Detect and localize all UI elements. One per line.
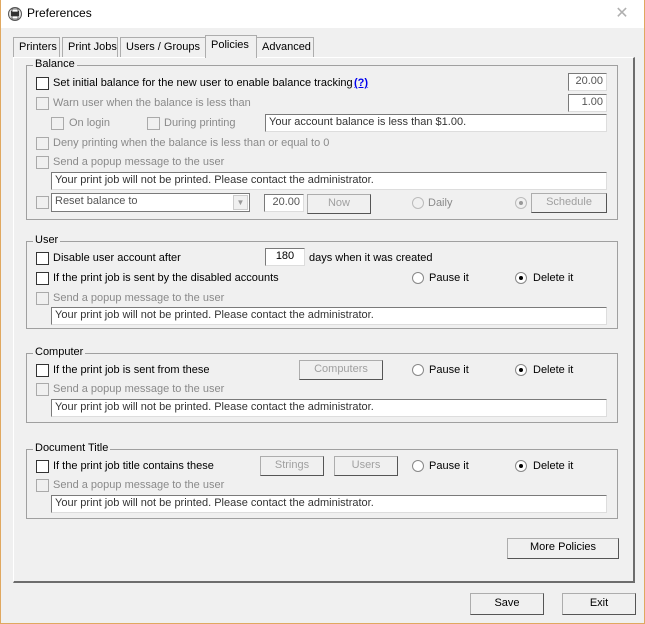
tab-advanced[interactable]: Advanced: [256, 37, 314, 58]
tab-printers[interactable]: Printers: [13, 37, 60, 58]
help-link[interactable]: (?): [354, 77, 368, 89]
reset-amount-input[interactable]: 20.00: [264, 194, 304, 212]
user-delete-label: Delete it: [533, 272, 574, 284]
title-pause-radio[interactable]: [412, 460, 424, 472]
title-contains-checkbox[interactable]: [36, 460, 49, 473]
computer-pause-label: Pause it: [429, 364, 469, 376]
user-popup-message-input[interactable]: Your print job will not be printed. Plea…: [51, 307, 607, 325]
tab-print-jobs[interactable]: Print Jobs: [62, 37, 118, 58]
set-initial-balance-label: Set initial balance for the new user to …: [53, 77, 353, 89]
daily-radio[interactable]: [412, 197, 424, 209]
title-contains-label: If the print job title contains these: [53, 460, 214, 472]
user-pause-label: Pause it: [429, 272, 469, 284]
exit-button[interactable]: Exit: [562, 593, 636, 615]
computer-popup-message-input[interactable]: Your print job will not be printed. Plea…: [51, 399, 607, 417]
document-title-group-label: Document Title: [33, 442, 111, 454]
computer-send-popup-checkbox[interactable]: [36, 383, 49, 396]
balance-group-label: Balance: [33, 58, 77, 70]
user-send-popup-checkbox[interactable]: [36, 292, 49, 305]
tab-label: Policies: [211, 39, 249, 51]
warn-threshold-input[interactable]: 1.00: [568, 94, 607, 112]
computer-delete-radio[interactable]: [515, 364, 527, 376]
user-delete-radio[interactable]: [515, 272, 527, 284]
printer-app-icon: [8, 7, 22, 21]
title-send-popup-label: Send a popup message to the user: [53, 479, 225, 491]
users-button[interactable]: Users: [334, 456, 398, 476]
computers-button[interactable]: Computers: [299, 360, 383, 380]
more-policies-button[interactable]: More Policies: [507, 538, 619, 559]
disable-days-input[interactable]: 180: [265, 248, 305, 266]
balance-group: Balance Set initial balance for the new …: [26, 58, 618, 220]
sent-from-checkbox[interactable]: [36, 364, 49, 377]
close-button[interactable]: ✕: [604, 2, 640, 26]
during-printing-label: During printing: [164, 117, 236, 129]
warn-message-input[interactable]: Your account balance is less than $1.00.: [265, 114, 607, 132]
title-pause-label: Pause it: [429, 460, 469, 472]
title-send-popup-checkbox[interactable]: [36, 479, 49, 492]
tab-label: Print Jobs: [68, 41, 117, 53]
disable-account-checkbox[interactable]: [36, 252, 49, 265]
initial-balance-input[interactable]: 20.00: [568, 73, 607, 91]
reset-balance-select[interactable]: Reset balance to ▼: [51, 193, 250, 212]
reset-balance-select-value: Reset balance to: [55, 195, 138, 207]
title-delete-radio[interactable]: [515, 460, 527, 472]
document-title-group: Document Title If the print job title co…: [26, 442, 618, 519]
reset-now-button[interactable]: Now: [307, 194, 371, 214]
daily-label: Daily: [428, 197, 453, 209]
sent-from-label: If the print job is sent from these: [53, 364, 210, 376]
computer-send-popup-label: Send a popup message to the user: [53, 383, 225, 395]
policies-panel: Balance Set initial balance for the new …: [13, 57, 635, 583]
tab-label: Printers: [19, 41, 57, 53]
warn-user-checkbox[interactable]: [36, 97, 49, 110]
disable-account-label: Disable user account after: [53, 252, 181, 264]
tab-users-groups[interactable]: Users / Groups: [120, 37, 206, 58]
schedule-button[interactable]: Schedule: [531, 193, 607, 213]
window-title: Preferences: [27, 6, 92, 20]
on-login-label: On login: [69, 117, 110, 129]
title-delete-label: Delete it: [533, 460, 574, 472]
disable-days-suffix: days when it was created: [309, 252, 433, 264]
chevron-down-icon: ▼: [233, 195, 248, 210]
disabled-accounts-checkbox[interactable]: [36, 272, 49, 285]
deny-printing-label: Deny printing when the balance is less t…: [53, 137, 330, 149]
deny-printing-checkbox[interactable]: [36, 137, 49, 150]
on-login-checkbox[interactable]: [51, 117, 64, 130]
computer-group: Computer If the print job is sent from t…: [26, 346, 618, 423]
user-send-popup-label: Send a popup message to the user: [53, 292, 225, 304]
computer-group-label: Computer: [33, 346, 86, 358]
balance-popup-message-input[interactable]: Your print job will not be printed. Plea…: [51, 172, 607, 190]
warn-user-label: Warn user when the balance is less than: [53, 97, 251, 109]
computer-delete-label: Delete it: [533, 364, 574, 376]
set-initial-balance-checkbox[interactable]: [36, 77, 49, 90]
tab-label: Advanced: [262, 41, 311, 53]
during-printing-checkbox[interactable]: [147, 117, 160, 130]
balance-send-popup-checkbox[interactable]: [36, 156, 49, 169]
title-bar: Preferences ✕: [1, 0, 644, 28]
save-button[interactable]: Save: [470, 593, 544, 615]
close-icon: ✕: [615, 5, 629, 22]
title-popup-message-input[interactable]: Your print job will not be printed. Plea…: [51, 495, 607, 513]
preferences-window: Preferences ✕ Printers Print Jobs Users …: [0, 0, 645, 624]
user-pause-radio[interactable]: [412, 272, 424, 284]
user-group: User Disable user account after 180 days…: [26, 234, 618, 329]
balance-send-popup-label: Send a popup message to the user: [53, 156, 225, 168]
tab-policies[interactable]: Policies: [205, 35, 257, 58]
user-group-label: User: [33, 234, 61, 246]
schedule-radio[interactable]: [515, 197, 527, 209]
strings-button[interactable]: Strings: [260, 456, 324, 476]
tab-label: Users / Groups: [126, 41, 200, 53]
disabled-accounts-label: If the print job is sent by the disabled…: [53, 272, 279, 284]
reset-balance-checkbox[interactable]: [36, 196, 49, 209]
computer-pause-radio[interactable]: [412, 364, 424, 376]
